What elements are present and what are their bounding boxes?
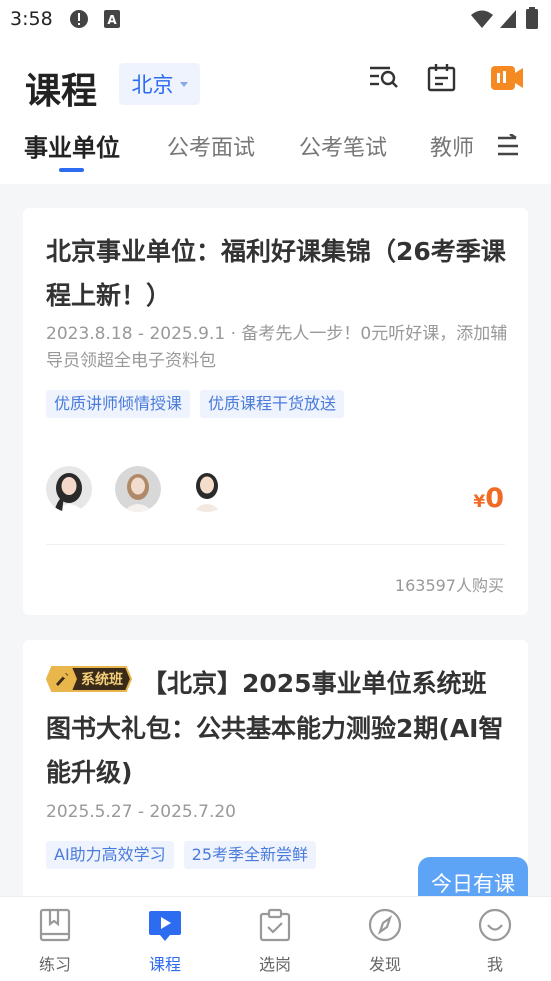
bottom-nav: 练习 课程 选岗 发现 我 xyxy=(0,896,551,981)
nav-item-discover[interactable]: 发现 xyxy=(330,897,440,981)
course-tag: 优质讲师倾情授课 xyxy=(46,390,191,418)
course-tag: 优质课程干货放送 xyxy=(200,390,345,418)
tab-gongkao-mianshi[interactable]: 公考面试 xyxy=(167,130,255,162)
signal-icon xyxy=(500,10,516,28)
status-time: 3:58 xyxy=(10,8,53,30)
tab-gongkao-bishi[interactable]: 公考笔试 xyxy=(299,130,387,162)
price-value: 0 xyxy=(485,483,504,514)
tab-jiaoshi[interactable]: 教师 xyxy=(430,130,474,162)
status-bar: 3:58 A xyxy=(0,0,551,40)
badge-label: 系统班 xyxy=(81,671,123,688)
tab-shiye-danwei[interactable]: 事业单位 xyxy=(24,128,120,163)
a-badge-icon: A xyxy=(104,10,120,28)
nav-item-select-job[interactable]: 选岗 xyxy=(220,897,330,981)
nav-item-courses[interactable]: 课程 xyxy=(110,897,220,981)
course-title-block: 系统班 【北京】2025事业单位系统班图书大礼包：公共基本能力测验2期(AI智能… xyxy=(45,662,508,795)
system-class-badge: 系统班 xyxy=(45,663,133,707)
svg-text:A: A xyxy=(107,13,117,27)
clipboard-check-icon xyxy=(259,908,291,942)
book-icon xyxy=(39,908,71,942)
menu-sort-icon[interactable] xyxy=(496,134,520,158)
course-price: ¥0 xyxy=(473,483,504,514)
alert-icon xyxy=(70,10,88,28)
teacher-avatar xyxy=(46,466,92,512)
teacher-avatar xyxy=(184,466,230,512)
course-tag: 25考季全新尝鲜 xyxy=(183,841,317,869)
price-currency: ¥ xyxy=(473,492,486,512)
play-icon xyxy=(149,911,181,941)
video-icon[interactable] xyxy=(490,63,524,93)
nav-label: 课程 xyxy=(148,955,181,974)
chevron-down-icon xyxy=(179,81,188,87)
course-subtitle: 2025.5.27 - 2025.7.20 xyxy=(46,802,236,822)
buyer-count: 163597人购买 xyxy=(394,576,504,595)
search-list-icon[interactable] xyxy=(368,63,400,93)
wifi-icon xyxy=(471,10,493,28)
teacher-avatar xyxy=(115,466,161,512)
active-tab-indicator xyxy=(59,168,84,172)
course-tags: AI助力高效学习 25考季全新尝鲜 xyxy=(46,841,317,869)
rocket-badge-icon: 系统班 xyxy=(45,666,133,692)
nav-label: 练习 xyxy=(38,955,71,974)
course-title: 北京事业单位：福利好课集锦（26考季课程上新！） xyxy=(46,237,506,310)
smile-icon xyxy=(478,908,512,942)
nav-item-practice[interactable]: 练习 xyxy=(0,897,110,981)
category-tabs: 事业单位 公考面试 公考笔试 教师 xyxy=(0,126,551,176)
course-subtitle: 2023.8.18 - 2025.9.1 · 备考先人一步！0元听好课，添加辅导… xyxy=(46,324,508,371)
battery-icon xyxy=(526,7,538,29)
nav-item-me[interactable]: 我 xyxy=(440,897,550,981)
course-tag: AI助力高效学习 xyxy=(46,841,174,869)
city-selector[interactable]: 北京 xyxy=(119,63,200,105)
divider xyxy=(46,544,505,545)
top-bar: 3:58 A 课程 北京 事业单位 公考面试 公考笔试 教师 xyxy=(0,0,551,184)
course-tags: 优质讲师倾情授课 优质课程干货放送 xyxy=(46,390,345,418)
nav-label: 发现 xyxy=(368,955,401,974)
calendar-icon[interactable] xyxy=(426,63,458,93)
page-title: 课程 xyxy=(25,71,98,112)
course-card[interactable]: 北京事业单位：福利好课集锦（26考季课程上新！） 2023.8.18 - 202… xyxy=(23,208,528,615)
nav-label: 选岗 xyxy=(258,955,291,974)
compass-icon xyxy=(368,908,402,942)
nav-label: 我 xyxy=(486,955,503,974)
city-label: 北京 xyxy=(131,73,174,97)
